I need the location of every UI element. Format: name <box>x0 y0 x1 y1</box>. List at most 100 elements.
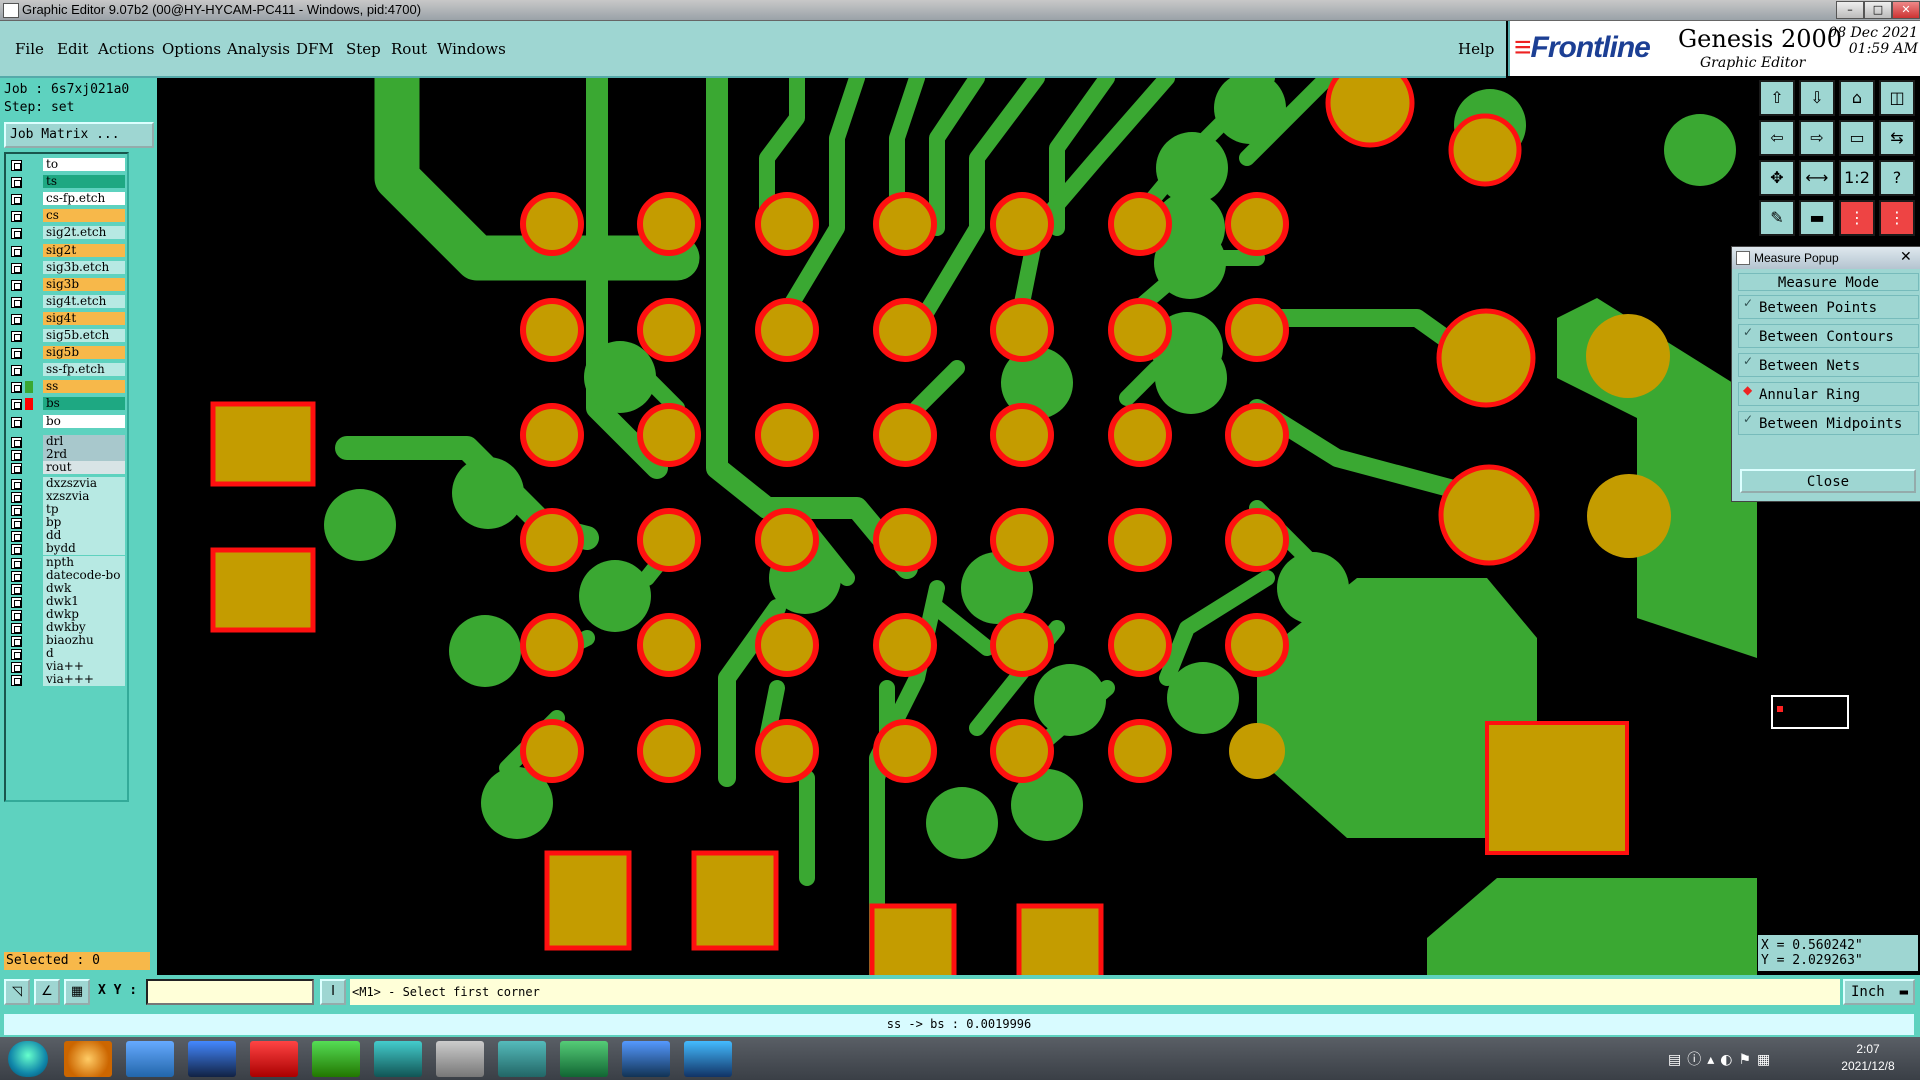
layer-row[interactable]: dwk <box>6 581 127 596</box>
layer-name[interactable]: dwkp <box>43 607 125 621</box>
layer-color-swatch[interactable] <box>25 416 33 428</box>
minimize-button[interactable]: – <box>1836 1 1864 19</box>
job-matrix-button[interactable]: Job Matrix ... <box>4 122 154 148</box>
measure-mode-option[interactable]: ✓ Between Points <box>1738 295 1919 319</box>
system-clock[interactable]: 2:07 2021/12/8 <box>1818 1041 1918 1075</box>
maximize-button[interactable]: □ <box>1864 1 1892 19</box>
layer-color-swatch[interactable] <box>25 504 33 516</box>
layer-color-swatch[interactable] <box>25 296 33 308</box>
layer-color-swatch[interactable] <box>25 478 33 490</box>
layer-checkbox[interactable] <box>11 492 22 503</box>
zoom-in-icon[interactable]: ⇩ <box>1799 80 1835 116</box>
menu-edit[interactable]: Edit <box>57 40 88 58</box>
layer-row[interactable]: sig3b <box>6 277 127 292</box>
layer-row[interactable]: drl <box>6 434 127 449</box>
layer-name[interactable]: sig5b.etch <box>43 329 125 342</box>
layer-checkbox[interactable] <box>11 228 22 240</box>
layer-checkbox[interactable] <box>11 462 22 474</box>
layer-color-swatch[interactable] <box>25 449 33 461</box>
menu-rout[interactable]: Rout <box>391 40 427 58</box>
layer-row[interactable]: tp <box>6 503 127 517</box>
layer-color-swatch[interactable] <box>25 176 33 188</box>
layer-checkbox[interactable] <box>11 194 22 206</box>
layer-name[interactable]: to <box>43 158 125 171</box>
measure-mode-option[interactable]: ✓ Between Midpoints <box>1738 411 1919 435</box>
text-cursor-icon[interactable]: I <box>320 979 346 1005</box>
mirror-icon[interactable]: ⇆ <box>1879 120 1915 156</box>
messenger-icon[interactable] <box>684 1041 732 1077</box>
snap-icon[interactable]: ◹ <box>4 979 30 1005</box>
layer-row[interactable]: to <box>6 158 127 172</box>
layer-checkbox[interactable] <box>11 245 22 257</box>
layer-color-swatch[interactable] <box>25 596 33 608</box>
menu-file[interactable]: File <box>15 40 44 58</box>
panel-icon[interactable]: ◫ <box>1879 80 1915 116</box>
grid-icon[interactable]: ⋮ <box>1839 200 1875 236</box>
layer-row[interactable]: bydd <box>6 542 127 556</box>
layer-checkbox[interactable] <box>11 399 22 411</box>
measure-mode-option[interactable]: ◆ Annular Ring <box>1738 382 1919 406</box>
layer-row[interactable]: ss <box>6 380 127 394</box>
close-window-button[interactable]: ✕ <box>1892 1 1920 19</box>
layer-name[interactable]: sig5b <box>43 346 125 360</box>
layer-color-swatch[interactable] <box>25 262 33 274</box>
layer-checkbox[interactable] <box>11 313 22 325</box>
layer-color-swatch[interactable] <box>25 381 33 394</box>
close-icon[interactable]: ✕ <box>1900 249 1912 265</box>
layer-color-swatch[interactable] <box>25 279 33 291</box>
layer-checkbox[interactable] <box>11 348 22 360</box>
zoom-home-icon[interactable]: ⇧ <box>1759 80 1795 116</box>
layer-color-swatch[interactable] <box>25 517 33 529</box>
measure-popup-titlebar[interactable]: Measure Popup ✕ <box>1732 247 1920 269</box>
green-p-app-icon[interactable] <box>312 1041 360 1077</box>
layer-row[interactable]: sig2t <box>6 243 127 258</box>
layer-row[interactable]: biaozhu <box>6 634 127 648</box>
layer-name[interactable]: biaozhu <box>43 634 125 648</box>
layer-color-swatch[interactable] <box>25 330 33 342</box>
layer-checkbox[interactable] <box>11 623 22 634</box>
layer-checkbox[interactable] <box>11 518 22 530</box>
layer-row[interactable]: via++ <box>6 660 127 674</box>
layer-checkbox[interactable] <box>11 675 22 687</box>
home-icon[interactable]: ⌂ <box>1839 80 1875 116</box>
layer-color-swatch[interactable] <box>25 364 33 376</box>
layer-color-swatch[interactable] <box>25 570 33 582</box>
layer-row[interactable]: sig5b <box>6 346 127 360</box>
layer-name[interactable]: via++ <box>43 660 125 674</box>
close-button[interactable]: Close <box>1740 469 1916 493</box>
layer-checkbox[interactable] <box>11 382 22 394</box>
layer-row[interactable]: cs-fp.etch <box>6 192 127 206</box>
layer-checkbox[interactable] <box>11 478 22 490</box>
layer-name[interactable]: cs-fp.etch <box>43 192 125 206</box>
layer-color-swatch[interactable] <box>25 347 33 359</box>
layer-color-swatch[interactable] <box>25 398 33 411</box>
layer-color-swatch[interactable] <box>25 661 33 673</box>
layer-checkbox[interactable] <box>11 544 22 556</box>
layer-name[interactable]: 2rd <box>43 447 125 461</box>
start-button[interactable] <box>8 1041 48 1077</box>
layer-name[interactable]: sig3b.etch <box>43 260 125 274</box>
layer-checkbox[interactable] <box>11 570 22 582</box>
pcb-canvas[interactable] <box>157 78 1757 975</box>
layer-checkbox[interactable] <box>11 531 22 543</box>
layer-checkbox[interactable] <box>11 596 22 608</box>
layer-row[interactable]: bo <box>6 414 127 429</box>
layer-color-swatch[interactable] <box>25 313 33 325</box>
layer-name[interactable]: sig3b <box>43 277 125 291</box>
menu-dfm[interactable]: DFM <box>296 40 334 58</box>
layer-color-swatch[interactable] <box>25 462 33 474</box>
layer-name[interactable]: sig2t <box>43 243 125 257</box>
layer-row[interactable]: sig2t.etch <box>6 226 127 240</box>
measure-mode-option[interactable]: ✓ Between Nets <box>1738 353 1919 377</box>
menu-step[interactable]: Step <box>346 40 381 58</box>
layer-checkbox[interactable] <box>11 211 22 223</box>
layer-name[interactable]: dwk1 <box>43 594 125 608</box>
save-disk-icon[interactable] <box>188 1041 236 1077</box>
menu-actions[interactable]: Actions <box>98 40 154 58</box>
layer-row[interactable]: npth <box>6 555 127 570</box>
layer-checkbox[interactable] <box>11 365 22 377</box>
layer-name[interactable]: ss <box>43 380 125 394</box>
layer-color-swatch[interactable] <box>25 530 33 542</box>
layer-name[interactable]: bs <box>43 397 125 411</box>
layer-row[interactable]: dd <box>6 529 127 543</box>
